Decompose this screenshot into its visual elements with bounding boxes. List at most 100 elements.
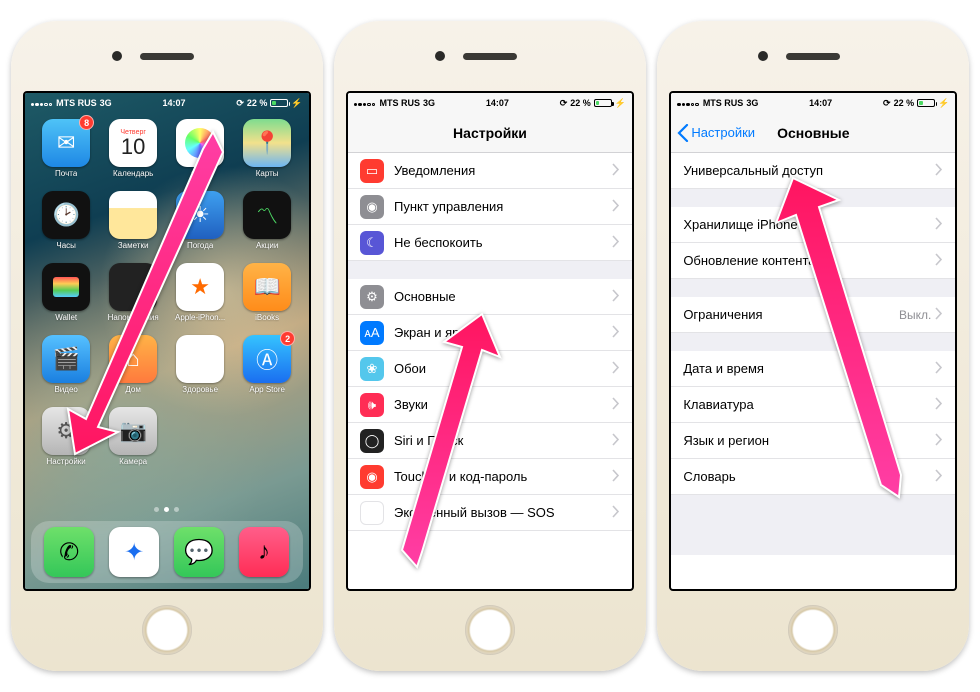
- app-appstore[interactable]: Ⓐ2App Store: [236, 335, 299, 405]
- page-title: Основные: [777, 125, 850, 141]
- row-accessibility[interactable]: Универсальный доступ: [671, 153, 955, 189]
- app-videos[interactable]: 🎬Видео: [35, 335, 98, 405]
- home-button[interactable]: [142, 605, 192, 655]
- app-stocks[interactable]: 〽︎Акции: [236, 191, 299, 261]
- charging-icon: ⚡: [615, 98, 626, 109]
- book-icon: 📖: [253, 274, 280, 300]
- compass-icon: ✦: [124, 538, 144, 567]
- charging-icon: ⚡: [938, 98, 949, 109]
- app-wallet[interactable]: Wallet: [35, 263, 98, 333]
- flower-icon: [185, 128, 215, 158]
- row-control-center[interactable]: ◉Пункт управления: [348, 189, 632, 225]
- battery-icon: [270, 99, 288, 107]
- rotation-lock-icon: ⟳: [236, 98, 244, 109]
- envelope-icon: ✉︎: [57, 130, 75, 156]
- house-icon: ⌂: [127, 346, 140, 372]
- app-bookmark[interactable]: ★Apple-iPhon...: [169, 263, 232, 333]
- battery-icon: [594, 99, 612, 107]
- speaker-icon: 🕪: [360, 393, 384, 417]
- page-title: Настройки: [453, 125, 527, 141]
- row-dnd[interactable]: ☾Не беспокоить: [348, 225, 632, 261]
- row-restrictions[interactable]: ОграниченияВыкл.: [671, 297, 955, 333]
- home-button[interactable]: [788, 605, 838, 655]
- screen-settings: MTS RUS 3G 14:07 ⟳ 22 % ⚡ Настройки ▭Уве…: [346, 91, 634, 591]
- phone-frame-2: MTS RUS 3G 14:07 ⟳ 22 % ⚡ Настройки ▭Уве…: [334, 21, 646, 671]
- row-wallpaper[interactable]: ❀Обои: [348, 351, 632, 387]
- app-ibooks[interactable]: 📖iBooks: [236, 263, 299, 333]
- app-photos[interactable]: Фото: [169, 119, 232, 189]
- row-keyboard[interactable]: Клавиатура: [671, 387, 955, 423]
- gear-icon: ⚙︎: [360, 285, 384, 309]
- row-display[interactable]: ᴀAЭкран и яркость: [348, 315, 632, 351]
- status-time: 14:07: [809, 98, 832, 108]
- phone-icon: ✆: [59, 538, 79, 567]
- bell-icon: ▭: [360, 159, 384, 183]
- app-camera[interactable]: 📷Камера: [102, 407, 165, 477]
- dock-safari[interactable]: ✦: [109, 527, 159, 577]
- appstore-icon: Ⓐ: [256, 343, 278, 375]
- status-time: 14:07: [486, 98, 509, 108]
- wallet-icon: [53, 277, 79, 297]
- row-dictionary[interactable]: Словарь: [671, 459, 955, 495]
- dock: ✆ ✦ 💬 ♪: [25, 515, 309, 589]
- fingerprint-icon: ◉: [360, 465, 384, 489]
- screen-home: MTS RUS 3G 14:07 ⟳ 22 % ⚡ ✉︎8Почта Четве…: [23, 91, 311, 591]
- row-touchid[interactable]: ◉Touch ID и код-пароль: [348, 459, 632, 495]
- page-dots: [25, 507, 309, 512]
- brightness-icon: ᴀA: [360, 321, 384, 345]
- dock-messages[interactable]: 💬: [174, 527, 224, 577]
- app-clock[interactable]: 🕑Часы: [35, 191, 98, 261]
- gear-icon: ⚙︎: [56, 418, 76, 444]
- home-button[interactable]: [465, 605, 515, 655]
- status-time: 14:07: [163, 98, 186, 108]
- status-bar: MTS RUS 3G 14:07 ⟳ 22 % ⚡: [25, 93, 309, 113]
- back-button[interactable]: Настройки: [677, 113, 755, 152]
- battery-icon: [917, 99, 935, 107]
- dock-music[interactable]: ♪: [239, 527, 289, 577]
- general-list[interactable]: Универсальный доступ Хранилище iPhone Об…: [671, 153, 955, 555]
- charging-icon: ⚡: [291, 98, 302, 109]
- screen-general: MTS RUS 3G 14:07 ⟳ 22 % ⚡ Настройки Осно…: [669, 91, 957, 591]
- row-datetime[interactable]: Дата и время: [671, 351, 955, 387]
- app-mail[interactable]: ✉︎8Почта: [35, 119, 98, 189]
- signal-dots-icon: [354, 98, 377, 108]
- music-note-icon: ♪: [258, 538, 270, 566]
- app-health[interactable]: ♥︎Здоровье: [169, 335, 232, 405]
- sliders-icon: ◉: [360, 195, 384, 219]
- stocks-icon: 〽︎: [256, 199, 278, 231]
- badge: 2: [280, 331, 295, 346]
- row-sounds[interactable]: 🕪Звуки: [348, 387, 632, 423]
- dock-phone[interactable]: ✆: [44, 527, 94, 577]
- siri-icon: ◯: [360, 429, 384, 453]
- nav-bar: Настройки Основные: [671, 113, 955, 153]
- row-storage[interactable]: Хранилище iPhone: [671, 207, 955, 243]
- clapper-icon: 🎬: [52, 346, 79, 372]
- row-notifications[interactable]: ▭Уведомления: [348, 153, 632, 189]
- app-weather[interactable]: ☀︎Погода: [169, 191, 232, 261]
- app-notes[interactable]: Заметки: [102, 191, 165, 261]
- app-home[interactable]: ⌂Дом: [102, 335, 165, 405]
- app-maps[interactable]: 📍Карты: [236, 119, 299, 189]
- moon-icon: ☾: [360, 231, 384, 255]
- row-siri[interactable]: ◯Siri и Поиск: [348, 423, 632, 459]
- message-icon: 💬: [184, 538, 214, 567]
- row-sos[interactable]: SOSЭкстренный вызов — SOS: [348, 495, 632, 531]
- heart-icon: ♥︎: [194, 346, 207, 372]
- phone-frame-3: MTS RUS 3G 14:07 ⟳ 22 % ⚡ Настройки Осно…: [657, 21, 969, 671]
- row-bgrefresh[interactable]: Обновление контента: [671, 243, 955, 279]
- nav-bar: Настройки: [348, 113, 632, 153]
- sun-cloud-icon: ☀︎: [190, 202, 210, 228]
- bookmark-icon: ★: [190, 274, 210, 300]
- status-bar: MTS RUS 3G 14:07 ⟳ 22 % ⚡: [671, 93, 955, 113]
- settings-list[interactable]: ▭Уведомления ◉Пункт управления ☾Не беспо…: [348, 153, 632, 531]
- row-language[interactable]: Язык и регион: [671, 423, 955, 459]
- chevron-right-icon: [935, 163, 943, 179]
- app-settings[interactable]: ⚙︎Настройки: [35, 407, 98, 477]
- chevron-right-icon: [612, 163, 620, 179]
- app-calendar[interactable]: Четверг10Календарь: [102, 119, 165, 189]
- signal-dots-icon: [677, 98, 700, 108]
- rotation-lock-icon: ⟳: [883, 98, 891, 109]
- app-reminders[interactable]: Напоминания: [102, 263, 165, 333]
- row-general[interactable]: ⚙︎Основные: [348, 279, 632, 315]
- rotation-lock-icon: ⟳: [560, 98, 568, 109]
